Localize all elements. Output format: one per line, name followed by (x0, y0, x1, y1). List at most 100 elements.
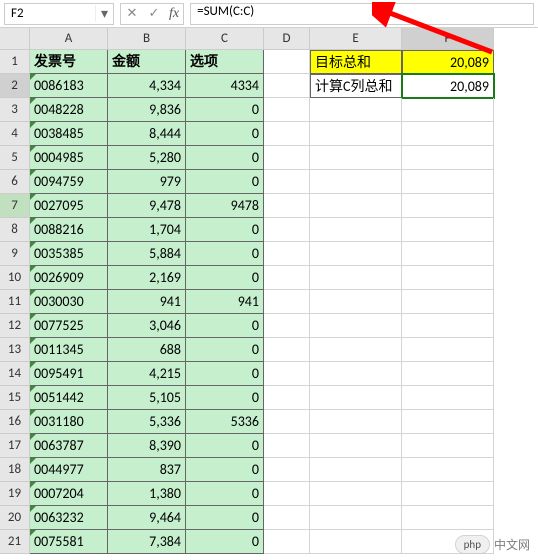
cell[interactable] (264, 242, 310, 266)
cell[interactable] (402, 314, 494, 338)
row-header-20[interactable]: 20 (0, 506, 30, 530)
invoice-cell[interactable]: 0026909 (30, 266, 108, 290)
cell[interactable] (402, 218, 494, 242)
option-cell[interactable]: 5336 (186, 410, 264, 434)
cell[interactable] (264, 98, 310, 122)
cell[interactable] (402, 170, 494, 194)
option-cell[interactable]: 0 (186, 122, 264, 146)
option-cell[interactable]: 0 (186, 146, 264, 170)
cell[interactable] (402, 410, 494, 434)
invoice-cell[interactable]: 0063232 (30, 506, 108, 530)
amount-cell[interactable]: 1,380 (108, 482, 186, 506)
invoice-cell[interactable]: 0027095 (30, 194, 108, 218)
cell[interactable] (402, 458, 494, 482)
cell[interactable] (402, 386, 494, 410)
amount-cell[interactable]: 2,169 (108, 266, 186, 290)
cell[interactable] (264, 122, 310, 146)
row-header-15[interactable]: 15 (0, 386, 30, 410)
option-cell[interactable]: 0 (186, 506, 264, 530)
cell[interactable] (310, 506, 402, 530)
invoice-cell[interactable]: 0030030 (30, 290, 108, 314)
cell[interactable] (264, 218, 310, 242)
target-sum-label[interactable]: 目标总和 (310, 50, 402, 74)
amount-cell[interactable]: 941 (108, 290, 186, 314)
cell[interactable] (264, 386, 310, 410)
invoice-cell[interactable]: 0048228 (30, 98, 108, 122)
cell[interactable] (402, 194, 494, 218)
option-cell[interactable]: 0 (186, 482, 264, 506)
option-cell[interactable]: 0 (186, 266, 264, 290)
amount-cell[interactable]: 3,046 (108, 314, 186, 338)
cell[interactable] (310, 386, 402, 410)
header-cell[interactable]: 金额 (108, 50, 186, 74)
invoice-cell[interactable]: 0031180 (30, 410, 108, 434)
amount-cell[interactable]: 4,215 (108, 362, 186, 386)
row-header-14[interactable]: 14 (0, 362, 30, 386)
row-header-16[interactable]: 16 (0, 410, 30, 434)
cell[interactable] (310, 98, 402, 122)
row-header-13[interactable]: 13 (0, 338, 30, 362)
amount-cell[interactable]: 4,334 (108, 74, 186, 98)
cell[interactable] (402, 290, 494, 314)
cell[interactable] (402, 146, 494, 170)
invoice-cell[interactable]: 0051442 (30, 386, 108, 410)
header-cell[interactable]: 选项 (186, 50, 264, 74)
cell[interactable] (264, 314, 310, 338)
cell[interactable] (310, 410, 402, 434)
cancel-icon[interactable]: ✕ (121, 6, 143, 21)
row-header-10[interactable]: 10 (0, 266, 30, 290)
row-header-8[interactable]: 8 (0, 218, 30, 242)
cell[interactable] (264, 362, 310, 386)
row-header-6[interactable]: 6 (0, 170, 30, 194)
cell[interactable] (310, 290, 402, 314)
cell[interactable] (310, 218, 402, 242)
cell[interactable] (402, 98, 494, 122)
amount-cell[interactable]: 9,464 (108, 506, 186, 530)
cell[interactable] (264, 434, 310, 458)
invoice-cell[interactable]: 0094759 (30, 170, 108, 194)
option-cell[interactable]: 0 (186, 98, 264, 122)
target-sum-value[interactable]: 20,089 (402, 50, 494, 74)
amount-cell[interactable]: 837 (108, 458, 186, 482)
row-header-4[interactable]: 4 (0, 122, 30, 146)
option-cell[interactable]: 9478 (186, 194, 264, 218)
cell[interactable] (264, 458, 310, 482)
invoice-cell[interactable]: 0063787 (30, 434, 108, 458)
invoice-cell[interactable]: 0044977 (30, 458, 108, 482)
cell[interactable] (310, 434, 402, 458)
option-cell[interactable]: 0 (186, 338, 264, 362)
confirm-icon[interactable]: ✓ (143, 6, 165, 21)
cell[interactable] (402, 506, 494, 530)
option-cell[interactable]: 0 (186, 434, 264, 458)
row-header-11[interactable]: 11 (0, 290, 30, 314)
amount-cell[interactable]: 9,478 (108, 194, 186, 218)
cell[interactable] (264, 506, 310, 530)
column-header-C[interactable]: C (186, 28, 264, 50)
amount-cell[interactable]: 5,336 (108, 410, 186, 434)
invoice-cell[interactable]: 0035385 (30, 242, 108, 266)
cell[interactable] (264, 146, 310, 170)
invoice-cell[interactable]: 0075581 (30, 530, 108, 554)
option-cell[interactable]: 0 (186, 458, 264, 482)
cell[interactable] (264, 170, 310, 194)
cell[interactable] (402, 122, 494, 146)
amount-cell[interactable]: 688 (108, 338, 186, 362)
cell[interactable] (264, 482, 310, 506)
amount-cell[interactable]: 5,280 (108, 146, 186, 170)
invoice-cell[interactable]: 0088216 (30, 218, 108, 242)
cell[interactable] (264, 194, 310, 218)
row-header-18[interactable]: 18 (0, 458, 30, 482)
column-header-F[interactable]: F (402, 28, 494, 50)
cell[interactable] (310, 458, 402, 482)
amount-cell[interactable]: 1,704 (108, 218, 186, 242)
cell[interactable] (310, 314, 402, 338)
amount-cell[interactable]: 5,105 (108, 386, 186, 410)
option-cell[interactable]: 4334 (186, 74, 264, 98)
invoice-cell[interactable]: 0011345 (30, 338, 108, 362)
cell[interactable] (310, 266, 402, 290)
grid[interactable]: 发票号金额选项目标总和20,08900861834,3344334计算C列总和2… (30, 50, 494, 554)
amount-cell[interactable]: 9,836 (108, 98, 186, 122)
option-cell[interactable]: 0 (186, 386, 264, 410)
chevron-down-icon[interactable]: ▾ (95, 5, 113, 22)
row-header-17[interactable]: 17 (0, 434, 30, 458)
